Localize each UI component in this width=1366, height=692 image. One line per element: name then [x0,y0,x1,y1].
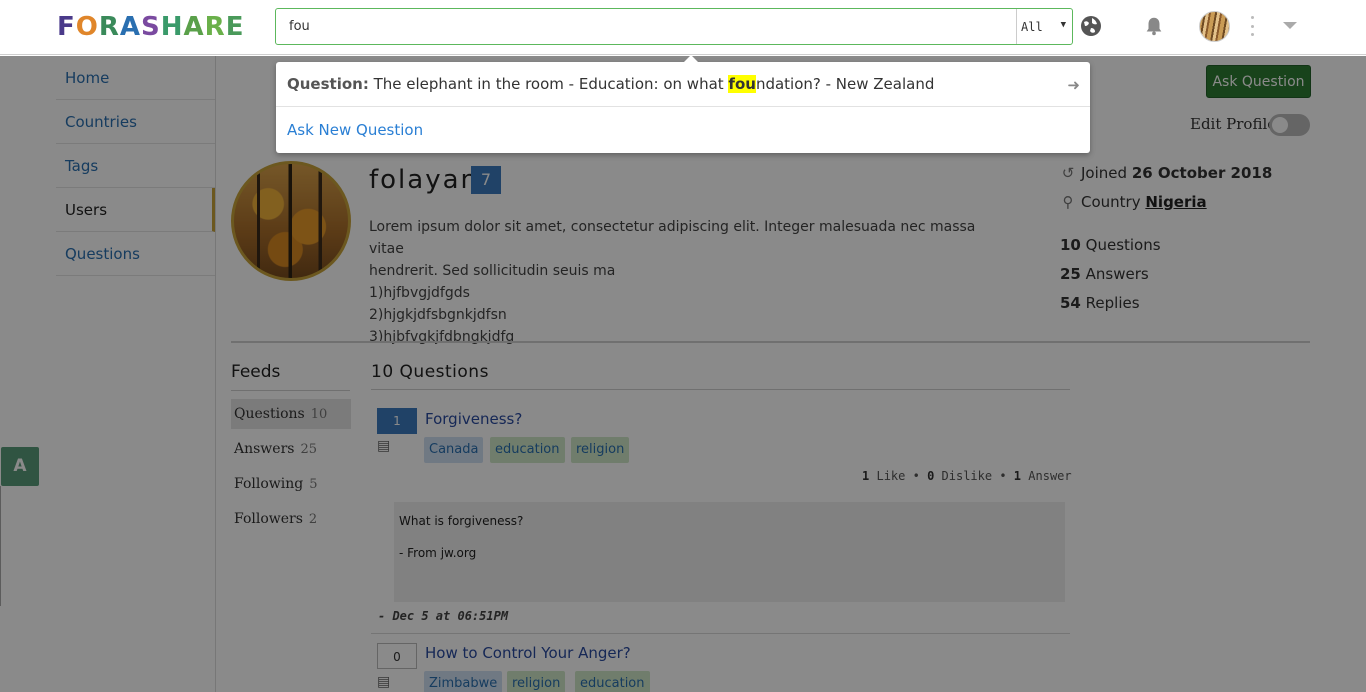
logo-letter: A [183,12,205,42]
result-type-label: Question: [287,75,369,93]
result-text: ndation? - New Zealand [755,75,935,93]
top-bar: F O R A S H A R E All ▼ [0,0,1366,55]
bell-icon[interactable] [1141,13,1167,39]
logo-letter: S [141,12,161,42]
search-result-item[interactable]: Question: The elephant in the room - Edu… [276,62,1090,107]
search-input[interactable] [276,9,1016,44]
caret-down-icon: ▼ [1060,20,1066,30]
globe-icon[interactable] [1078,13,1104,39]
user-avatar[interactable] [1199,11,1230,42]
search-scope-value: All [1021,20,1043,34]
logo-letter: F [57,12,76,42]
logo-letter: R [204,12,226,42]
ask-new-question-link[interactable]: Ask New Question [287,121,423,139]
search-box: All ▼ [275,8,1073,45]
logo-letter: H [160,12,184,42]
kebab-icon[interactable] [1247,16,1257,36]
logo-letter: E [225,12,245,42]
result-highlight: fou [728,75,756,93]
result-text: The elephant in the room - Education: on… [368,75,729,93]
dropdown-pointer [683,55,699,63]
arrow-right-icon: ➜ [1067,76,1080,94]
chevron-down-icon[interactable] [1283,22,1297,29]
search-suggestions: Question: The elephant in the room - Edu… [276,62,1090,153]
forashare-logo[interactable]: F O R A S H A R E [57,12,244,42]
search-scope-select[interactable]: All ▼ [1016,9,1072,44]
logo-letter: R [98,12,120,42]
logo-letter: A [119,12,142,42]
logo-letter: O [75,12,99,42]
